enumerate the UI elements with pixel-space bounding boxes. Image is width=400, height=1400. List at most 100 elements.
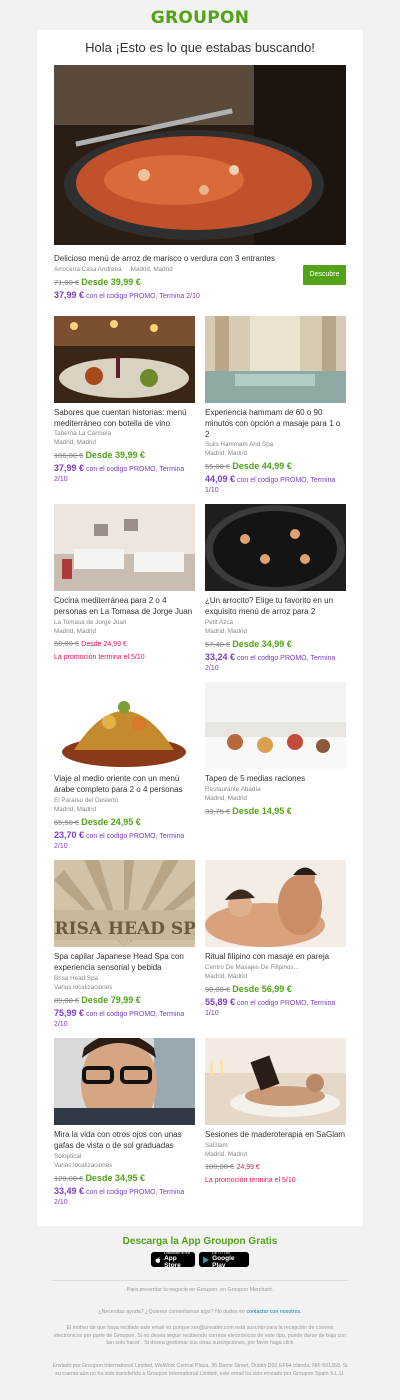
new-price: Desde 34,95 € (85, 1173, 145, 1183)
promo-price: 37,99 € (54, 290, 85, 300)
deal-image[interactable] (54, 682, 195, 769)
deal-image[interactable] (205, 860, 346, 947)
new-price: Desde 44,99 € (232, 461, 292, 471)
merchant-name: SaGlam (205, 1142, 228, 1149)
deal-title[interactable]: Cocina mediterránea para 2 o 4 personas … (54, 595, 195, 617)
merchant-name: Restaurante Abadía (205, 786, 261, 793)
deal-promo: 55,89 € con el codigo PROMO, Termina 1/1… (205, 997, 346, 1019)
promo-price: 75,99 € (54, 1008, 85, 1018)
merchant-location: Madrid, Madrid (54, 805, 96, 813)
deal-price: 55,00 € Desde 44,99 € (205, 461, 292, 471)
help-line: ¿Necesitas ayuda? ¿Quieres comentarnos a… (52, 1309, 348, 1317)
appstore-small-text: Download on the (164, 1250, 191, 1255)
deal-merchant: Sulis Hammam And Spa Madrid, Madrid (205, 441, 346, 458)
contact-link[interactable]: contactar con nosotros (247, 1309, 301, 1315)
old-price: 89,00 € (54, 996, 80, 1005)
merchant-location: Varias localizaciones (54, 1161, 113, 1169)
groupon-logo[interactable]: GROUPON (0, 8, 400, 28)
promo-price: 33,24 € (205, 652, 236, 662)
deal-promo: 33,49 € con el codigo PROMO, Termina 2/1… (54, 1186, 195, 1208)
deal-title[interactable]: Mira la vida con otros ojos con unas gaf… (54, 1129, 195, 1151)
merchant-name: Centro De Masajes De Filipinos... (205, 964, 299, 971)
deal-merchant: La Tomasa de Jorge Juan Madrid, Madrid (54, 619, 195, 636)
merchant-location: Varias localizaciones (54, 983, 113, 991)
merchant-line: Para presentar tu negocio en Groupon, en… (126, 1287, 274, 1293)
deal-title[interactable]: ¿Un arrocito? Elige tu favorito en un ex… (205, 595, 346, 617)
deal-price: 33,75 € Desde 14,95 € (205, 806, 292, 816)
new-price: Desde 39,99 € (85, 450, 145, 460)
deal-promo: 33,24 € con el codigo PROMO, Termina 2/1… (205, 652, 346, 674)
deal-price: 90,00 € Desde 56,99 € (205, 984, 292, 994)
merchant-name: El Paraíso del Desierto (54, 797, 119, 804)
merchant-name: Soloptical (54, 1153, 82, 1160)
deal-merchant: Petit Azca Madrid, Madrid (205, 619, 346, 636)
featured-title[interactable]: Delicioso menú de arroz de marisco o ver… (54, 253, 294, 264)
merchant-location: Madrid, Madrid (205, 449, 247, 457)
merchant-name: Brisa Head Spa (54, 975, 99, 982)
deal-title[interactable]: Sesiones de maderoterapia en SaGlam (205, 1129, 346, 1140)
deal-image[interactable] (54, 504, 195, 591)
deal-title[interactable]: Sabores que cuentan historias: menú medi… (54, 407, 195, 429)
merchant-name: Sulis Hammam And Spa (205, 441, 274, 448)
old-price: 33,75 € (205, 807, 231, 816)
new-price: Desde 14,95 € (232, 806, 292, 816)
appstore-big-text: App Store (164, 1254, 181, 1269)
google-play-badge[interactable]: GET IT ON Google Play (199, 1251, 249, 1269)
merchant-location: Madrid, Madrid (205, 627, 247, 635)
descubre-button[interactable]: Descubre (303, 265, 346, 285)
help-end: . (300, 1309, 302, 1315)
merchant-name: Taberna La Carmela (54, 430, 112, 437)
deal-title[interactable]: Experiencia hammam de 60 o 90 minutos co… (205, 407, 346, 440)
separator: · (123, 266, 129, 273)
old-price: 55,00 € (205, 462, 231, 471)
deal-price: 120,00 € Desde 34,95 € (54, 1173, 145, 1183)
deal-image[interactable] (205, 504, 346, 591)
merchant-name: Petit Azca (205, 619, 234, 626)
featured-image[interactable] (54, 65, 346, 245)
new-price: 24,99 € (236, 1164, 260, 1171)
deal-deadline: La promoción termina el 5/10 (54, 654, 145, 661)
gplay-big-text: Google Play (212, 1254, 235, 1269)
merchant-location: Madrid, Madrid (130, 266, 173, 273)
deal-merchant: Taberna La Carmela Madrid, Madrid (54, 430, 195, 447)
deal-image[interactable] (205, 1038, 346, 1125)
old-price: 100,00 € (205, 1162, 235, 1171)
deal-price: 106,00 € Desde 39,99 € (54, 450, 145, 460)
deal-price: 100,00 € 24,99 € (205, 1162, 260, 1171)
deal-promo: 37,99 € con el codigo PROMO, Termina 2/1… (54, 463, 195, 485)
promo-price: 33,49 € (54, 1186, 85, 1196)
deal-title[interactable]: Ritual filipino con masaje en pareja (205, 951, 346, 962)
deal-title[interactable]: Tapeo de 5 medias raciones (205, 773, 346, 784)
deal-image[interactable] (205, 682, 346, 769)
deal-title[interactable]: Viaje al medio oriente con un menú árabe… (54, 773, 195, 795)
new-price: Desde 24,99 € (81, 641, 127, 648)
new-price: Desde 39,99 € (81, 277, 141, 287)
merchant-location: Madrid, Madrid (54, 627, 96, 635)
deal-title[interactable]: Spa capilar Japanese Head Spa con experi… (54, 951, 195, 973)
old-price: 65,50 € (54, 818, 80, 827)
google-play-icon (203, 1256, 210, 1263)
new-price: Desde 79,99 € (81, 995, 141, 1005)
old-price: 120,00 € (54, 1174, 84, 1183)
new-price: Desde 24,95 € (81, 817, 141, 827)
promo-price: 23,70 € (54, 830, 85, 840)
sender-notice: Enviado por Groupon International Limite… (52, 1363, 348, 1377)
brisa-sign: BRISA HEAD SPA (54, 919, 195, 939)
deal-image[interactable] (54, 316, 195, 403)
new-price: Desde 34,99 € (232, 639, 292, 649)
deal-promo: 23,70 € con el codigo PROMO, Termina 2/1… (54, 830, 195, 852)
deal-image[interactable]: BRISA HEAD SPA (54, 860, 195, 947)
deal-image[interactable] (54, 1038, 195, 1125)
merchant-location: Madrid, Madrid (54, 438, 96, 446)
deal-merchant: Restaurante Abadía Madrid, Madrid (205, 786, 346, 803)
promo-price: 55,89 € (205, 997, 236, 1007)
featured-promo: 37,99 € con el codigo PROMO, Termina 2/1… (54, 290, 294, 302)
help-text: ¿Necesitas ayuda? ¿Quieres comentarnos a… (98, 1309, 247, 1315)
merchant-location: Madrid, Madrid (205, 794, 247, 802)
deal-image[interactable] (205, 316, 346, 403)
merchant-location: Madrid, Madrid (205, 972, 247, 980)
legal-notice: El motivo de que haya recibido este emai… (53, 1325, 347, 1346)
promo-text: con el codigo PROMO, Termina 2/10 (85, 293, 200, 300)
merchant-location: Madrid, Madrid (205, 1150, 247, 1158)
app-store-badge[interactable]: Download on the App Store (151, 1250, 195, 1269)
